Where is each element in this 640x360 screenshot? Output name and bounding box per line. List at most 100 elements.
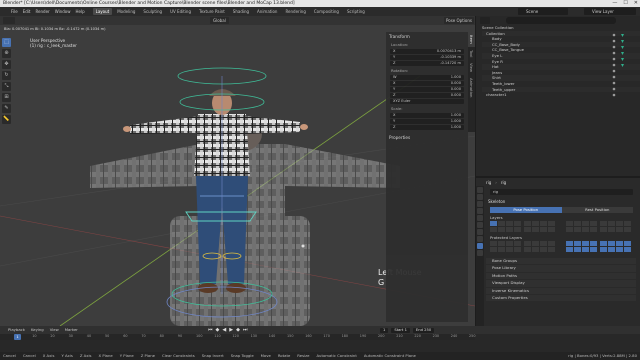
panel-pose-library[interactable]: Pose Library: [486, 265, 636, 272]
tab-texture-paint[interactable]: Texture Paint: [196, 8, 228, 15]
editor-type-button[interactable]: [3, 17, 15, 24]
location-y-field[interactable]: Y -0.10339 m: [390, 55, 464, 60]
scale-tool[interactable]: ⤡: [2, 82, 11, 91]
armature-data-field[interactable]: rig: [490, 189, 633, 195]
axis-label: W: [393, 75, 397, 79]
timeline-ruler[interactable]: 1102030405060708090100110120130140150160…: [0, 334, 475, 340]
scale-y-field[interactable]: Y 1.000: [390, 119, 464, 124]
annotate-tool-icon: ✎: [4, 105, 9, 111]
panel-custom-properties[interactable]: Custom Properties: [486, 294, 636, 302]
rotation-z-field[interactable]: Z 0.000: [390, 93, 464, 98]
scene-selector[interactable]: Scene: [518, 8, 568, 15]
eye-icon: [612, 57, 616, 61]
close-button[interactable]: ✕: [634, 0, 638, 7]
annotate-tool[interactable]: ✎: [2, 104, 11, 113]
view-layer-tab-icon[interactable]: [477, 208, 483, 214]
outliner-item-label: Teeth_lower: [492, 80, 515, 86]
rotation-y-field[interactable]: Y 0.000: [390, 87, 464, 92]
next-key-icon[interactable]: ◆: [236, 327, 240, 333]
play-icon[interactable]: ▶: [229, 327, 233, 333]
outliner-search-input[interactable]: [506, 17, 616, 24]
constraints-tab-icon[interactable]: [477, 236, 483, 242]
menu-render[interactable]: Render: [35, 7, 49, 16]
tab-layout[interactable]: Layout: [92, 8, 113, 15]
scale-z-field[interactable]: Z 1.000: [390, 125, 464, 130]
status-hint: Cancel: [22, 353, 36, 358]
ruler-tick: 210: [396, 334, 403, 338]
tab-compositing[interactable]: Compositing: [311, 8, 342, 15]
tab-scripting[interactable]: Scripting: [344, 8, 368, 15]
jump-start-icon[interactable]: ⏮: [208, 327, 213, 333]
cursor-tool[interactable]: ⊕: [2, 49, 11, 58]
panel-inverse-kinematics[interactable]: Inverse Kinematics: [486, 287, 636, 294]
move-tool[interactable]: ✥: [2, 60, 11, 69]
outliner-editor-type[interactable]: [480, 17, 490, 24]
location-z-field[interactable]: Z -0.14720 m: [390, 61, 464, 66]
rest-position-button[interactable]: Rest Position: [561, 207, 633, 213]
end-frame-field[interactable]: End 250: [412, 328, 435, 333]
panel-bone-groups[interactable]: Bone Groups: [486, 258, 636, 265]
menu-edit[interactable]: Edit: [23, 7, 31, 16]
maximize-button[interactable]: ☐: [623, 0, 627, 7]
menu-window[interactable]: Window: [55, 7, 71, 16]
panel-viewport-display[interactable]: Viewport Display: [486, 280, 636, 287]
rotation-x-field[interactable]: X 0.000: [390, 81, 464, 86]
tab-uv-editing[interactable]: UV Editing: [167, 8, 194, 15]
menu-help[interactable]: Help: [75, 7, 84, 16]
minimize-button[interactable]: —: [612, 0, 617, 7]
world-tab-icon[interactable]: [477, 222, 483, 228]
menu-playback[interactable]: Playback: [8, 326, 25, 334]
current-frame-field[interactable]: 1: [380, 328, 389, 333]
menu-keying[interactable]: Keying: [31, 326, 44, 334]
tab-animation[interactable]: Animation: [254, 8, 280, 15]
bone-tab-icon[interactable]: [477, 250, 483, 256]
output-tab-icon[interactable]: [477, 201, 483, 207]
pose-position-button[interactable]: Pose Position: [490, 207, 562, 213]
armature-data-tab-icon[interactable]: [477, 243, 483, 249]
protected-layers-grid[interactable]: [490, 241, 633, 253]
pose-options-button[interactable]: Pose Options: [444, 17, 474, 24]
tab-sculpting[interactable]: Sculpting: [140, 8, 165, 15]
view-layer-selector[interactable]: View Layer: [584, 8, 636, 15]
tab-tool[interactable]: Tool: [468, 47, 475, 60]
play-reverse-icon[interactable]: ◀: [222, 327, 226, 333]
scene-tab-icon[interactable]: [477, 215, 483, 221]
modifier-icon: [621, 34, 624, 37]
transform-orientation-dropdown[interactable]: Global: [210, 17, 229, 24]
tab-rendering[interactable]: Rendering: [282, 8, 308, 15]
select-tool[interactable]: ⬚: [2, 38, 11, 47]
field-value: 1.000: [450, 113, 461, 117]
tab-modeling[interactable]: Modeling: [114, 8, 138, 15]
rotation-mode-dropdown[interactable]: XYZ Euler: [390, 99, 464, 104]
tab-item[interactable]: Item: [468, 32, 475, 47]
tab-view[interactable]: View: [468, 60, 475, 75]
render-tab-icon[interactable]: [477, 194, 483, 200]
panel-motion-paths[interactable]: Motion Paths: [486, 272, 636, 280]
rotation-w-field[interactable]: W 1.000: [390, 75, 464, 80]
tab-animation[interactable]: Animation: [468, 75, 475, 100]
bone-layers-grid[interactable]: [490, 221, 633, 233]
jump-end-icon[interactable]: ⏭: [243, 327, 248, 333]
properties-panel-title[interactable]: Properties: [386, 133, 468, 142]
measure-tool[interactable]: 📏: [2, 115, 11, 124]
eye-icon: [612, 33, 616, 37]
start-frame-field[interactable]: Start 1: [391, 328, 410, 333]
playhead[interactable]: 1: [14, 334, 21, 340]
scale-x-field[interactable]: X 1.000: [390, 113, 464, 118]
menu-file[interactable]: File: [11, 7, 18, 16]
transform-tool[interactable]: ⊞: [2, 93, 11, 102]
location-x-field[interactable]: X 0.0070413 m: [390, 49, 464, 54]
tab-shading[interactable]: Shading: [230, 8, 252, 15]
menu-view[interactable]: View: [50, 326, 59, 334]
menu-marker[interactable]: Marker: [65, 326, 78, 334]
skeleton-panel-title[interactable]: Skeleton: [488, 199, 505, 204]
n-panel-tabs: Item Tool View Animation: [468, 32, 475, 132]
rotate-tool[interactable]: ↻: [2, 71, 11, 80]
frame-range: 1 Start 1 End 250: [380, 328, 435, 333]
prev-key-icon[interactable]: ◆: [216, 327, 220, 333]
object-tab-icon[interactable]: [477, 229, 483, 235]
properties-tab-strip: [476, 186, 484, 326]
outliner-item-label: Collection: [486, 30, 505, 36]
tool-tab-icon[interactable]: [477, 187, 483, 193]
transform-panel-title[interactable]: Transform: [386, 32, 468, 41]
